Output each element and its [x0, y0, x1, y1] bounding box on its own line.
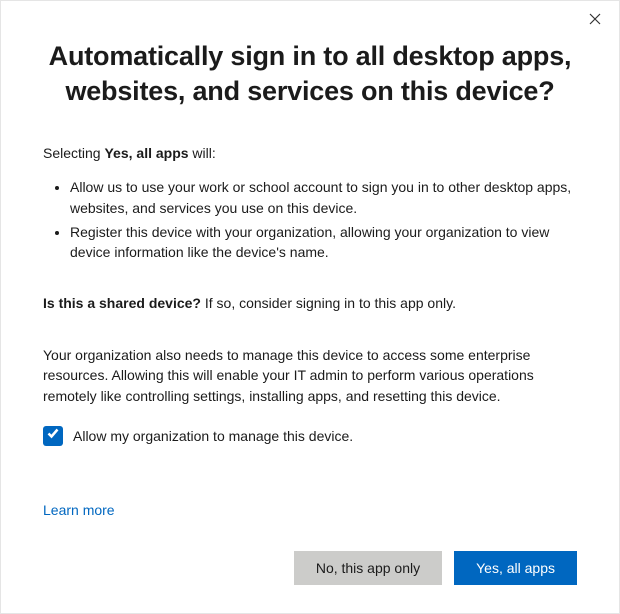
- signin-dialog: Automatically sign in to all desktop app…: [0, 0, 620, 614]
- dialog-title: Automatically sign in to all desktop app…: [43, 39, 577, 109]
- close-icon: [589, 12, 601, 30]
- intro-prefix: Selecting: [43, 145, 104, 161]
- close-button[interactable]: [583, 9, 607, 33]
- dialog-content: Automatically sign in to all desktop app…: [1, 1, 619, 520]
- intro-text: Selecting Yes, all apps will:: [43, 143, 577, 163]
- allow-manage-checkbox[interactable]: [43, 426, 63, 446]
- yes-all-apps-button[interactable]: Yes, all apps: [454, 551, 577, 585]
- bullet-list: Allow us to use your work or school acco…: [56, 177, 577, 262]
- allow-manage-label[interactable]: Allow my organization to manage this dev…: [73, 428, 353, 444]
- list-item: Allow us to use your work or school acco…: [70, 177, 577, 218]
- no-this-app-only-button[interactable]: No, this app only: [294, 551, 442, 585]
- learn-more-link[interactable]: Learn more: [43, 502, 115, 518]
- shared-bold: Is this a shared device?: [43, 295, 201, 311]
- intro-suffix: will:: [189, 145, 216, 161]
- button-row: No, this app only Yes, all apps: [294, 551, 577, 585]
- intro-bold: Yes, all apps: [104, 145, 188, 161]
- shared-rest: If so, consider signing in to this app o…: [201, 295, 456, 311]
- org-manage-text: Your organization also needs to manage t…: [43, 345, 577, 406]
- checkbox-row: Allow my organization to manage this dev…: [43, 426, 577, 446]
- checkmark-icon: [46, 426, 60, 445]
- shared-device-text: Is this a shared device? If so, consider…: [43, 293, 577, 313]
- list-item: Register this device with your organizat…: [70, 222, 577, 263]
